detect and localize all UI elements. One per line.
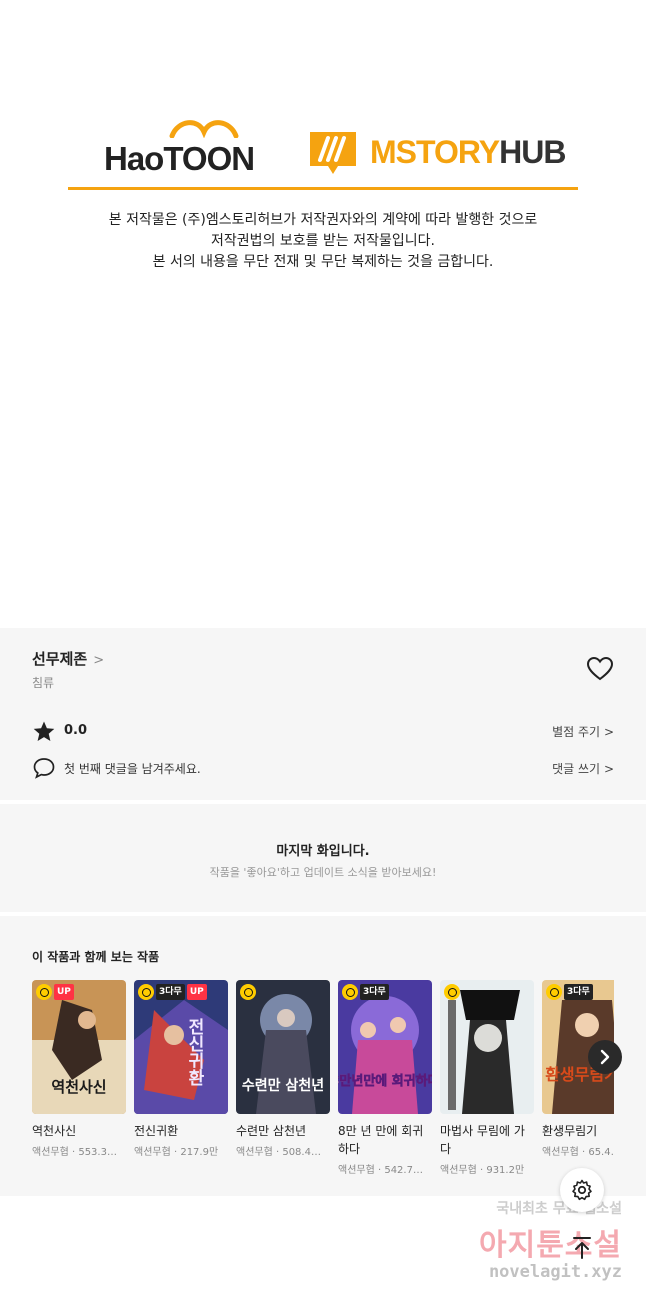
series-author: 침류 [32, 676, 55, 690]
comment-row: 첫 번째 댓글을 남겨주세요. 댓글 쓰기 > [32, 756, 614, 780]
rec-meta: 액션무협 · 931.2만 [440, 1165, 525, 1176]
mstoryhub-logo: MSTORYHUB [308, 122, 578, 178]
chevron-right-icon: > [603, 762, 614, 776]
publisher-logos: HaoTOON MSTORYHUB [68, 118, 578, 180]
rec-meta: 액션무협 · 542.7… [338, 1165, 423, 1176]
rec-card[interactable]: 수련만 삼천년 수련만 삼천년 액션무협 · 508.4… [236, 980, 330, 1158]
rating-value: 0.0 [64, 723, 88, 738]
cover-image [440, 980, 534, 1114]
last-episode-title: 마지막 화입니다. [276, 844, 370, 859]
speech-bubble-icon [33, 758, 55, 779]
series-info-panel: 선무제존 > 침류 0.0 별점 주기 > 첫 번째 댓글을 남겨주세요. 댓글 … [0, 628, 646, 800]
rec-cover: 8만년만에 회귀하다 3다무 [338, 980, 432, 1114]
site-watermark: 국내최초 무료 웹소설 아지툰소설 novelagit.xyz [440, 1196, 630, 1296]
copyright-banner: HaoTOON MSTORYHUB 본 저작물은 (주)엠스토리허브가 저작권자… [0, 0, 646, 628]
cover-image: 역천사신 [32, 980, 126, 1114]
copyright-notice-line: 본 서의 내용을 무단 전재 및 무단 복제하는 것을 금합니다. [152, 254, 494, 270]
rec-cover: 역천사신 UP [32, 980, 126, 1114]
rec-card[interactable]: 마법사 무림에 가다 액션무협 · 931.2만 [440, 980, 534, 1176]
wait-free-badge: 3다무 [360, 984, 389, 1000]
heart-icon[interactable] [586, 656, 614, 682]
last-episode-subtitle: 작품을 '좋아요'하고 업데이트 소식을 받아보세요! [209, 866, 437, 879]
haotoon-logo: HaoTOON [104, 118, 264, 180]
write-comment-link[interactable]: 댓글 쓰기 > [552, 760, 614, 777]
haotoon-logo-text: HaoTOON [104, 140, 255, 177]
svg-text:8만년만에 회귀하다: 8만년만에 회귀하다 [338, 1073, 432, 1089]
recommendations-section: 이 작품과 함께 보는 작품 역천사신 UP 역천사신 액션무협 · 553.3… [0, 916, 646, 1196]
rec-meta: 액션무협 · 217.9만 [134, 1147, 219, 1158]
haotoon-logo-wings [169, 120, 239, 138]
rec-card[interactable]: 역천사신 UP 역천사신 액션무협 · 553.3… [32, 980, 126, 1158]
copyright-notice: 본 저작물은 (주)엠스토리허브가 저작권자와의 계약에 따라 발행한 것으로 … [0, 210, 646, 273]
chevron-right-icon: > [603, 725, 614, 739]
comment-prompt: 첫 번째 댓글을 남겨주세요. [64, 762, 201, 776]
recommendations-heading: 이 작품과 함께 보는 작품 [32, 950, 160, 964]
series-title: 선무제존 [32, 650, 88, 668]
wait-free-badge: 3다무 [156, 984, 185, 1000]
rec-title: 8만 년 만에 회귀하다 [338, 1124, 424, 1156]
rec-title: 환생무림기 [542, 1124, 598, 1138]
arrow-up-icon [573, 1237, 591, 1259]
badges [444, 984, 460, 1000]
clock-icon [342, 984, 358, 1000]
banner-divider [68, 187, 578, 190]
svg-text:수련만 삼천년: 수련만 삼천년 [242, 1077, 324, 1094]
copyright-notice-line: 본 저작물은 (주)엠스토리허브가 저작권자와의 계약에 따라 발행한 것으로 [108, 212, 538, 228]
rating-row: 0.0 별점 주기 > [32, 720, 614, 744]
chevron-right-icon [600, 1049, 610, 1065]
give-rating-link[interactable]: 별점 주기 > [552, 723, 614, 740]
watermark-tagline: 국내최초 무료 웹소설 [496, 1201, 622, 1217]
rec-title: 마법사 무림에 가다 [440, 1124, 525, 1156]
rec-cover: 전신귀환 3다무 UP [134, 980, 228, 1114]
watermark-url: novelagit.xyz [488, 1262, 622, 1282]
badges: UP [36, 984, 74, 1000]
scroll-to-top-button[interactable] [564, 1230, 600, 1266]
badges: 3다무 UP [138, 984, 207, 1000]
rec-title: 전신귀환 [134, 1124, 179, 1138]
badges: 3다무 [546, 984, 593, 1000]
mstoryhub-logo-text: MSTORYHUB [370, 134, 566, 170]
clock-icon [138, 984, 154, 1000]
clock-icon [240, 984, 256, 1000]
cover-image: 8만년만에 회귀하다 [338, 980, 432, 1114]
svg-text:전신귀환: 전신귀환 [184, 1018, 204, 1086]
last-episode-panel: 마지막 화입니다. 작품을 '좋아요'하고 업데이트 소식을 받아보세요! [0, 804, 646, 912]
watermark-brand: 아지툰소설 [479, 1228, 622, 1263]
settings-button[interactable] [560, 1168, 604, 1212]
svg-text:역천사신: 역천사신 [51, 1078, 106, 1096]
recommendations-carousel[interactable]: 역천사신 UP 역천사신 액션무협 · 553.3… 전신귀환 3다무 UP 전… [32, 980, 614, 1196]
series-title-link[interactable]: 선무제존 > [32, 648, 104, 669]
rec-card[interactable]: 전신귀환 3다무 UP 전신귀환 액션무협 · 217.9만 [134, 980, 228, 1158]
star-icon [33, 721, 55, 741]
cover-image: 전신귀환 [134, 980, 228, 1114]
chevron-right-icon: > [93, 653, 105, 668]
clock-icon [546, 984, 562, 1000]
clock-icon [36, 984, 52, 1000]
carousel-next-button[interactable] [588, 1040, 622, 1074]
up-badge: UP [186, 984, 207, 1000]
mstoryhub-mark-icon [310, 132, 356, 174]
up-badge: UP [54, 984, 74, 1000]
copyright-notice-line: 저작권법의 보호를 받는 저작물입니다. [211, 233, 435, 249]
rec-cover: 수련만 삼천년 [236, 980, 330, 1114]
rec-title: 역천사신 [32, 1124, 77, 1138]
badges [240, 984, 256, 1000]
wait-free-badge: 3다무 [564, 984, 593, 1000]
rec-meta: 액션무협 · 508.4… [236, 1147, 321, 1158]
gear-icon [572, 1179, 592, 1201]
rec-meta: 액션무협 · 553.3… [32, 1147, 117, 1158]
cover-image: 수련만 삼천년 [236, 980, 330, 1114]
clock-icon [444, 984, 460, 1000]
rec-title: 수련만 삼천년 [236, 1124, 307, 1138]
rec-meta: 액션무협 · 65.4… [542, 1147, 614, 1158]
badges: 3다무 [342, 984, 389, 1000]
rec-card[interactable]: 8만년만에 회귀하다 3다무 8만 년 만에 회귀하다 액션무협 · 542.7… [338, 980, 432, 1176]
rec-cover [440, 980, 534, 1114]
